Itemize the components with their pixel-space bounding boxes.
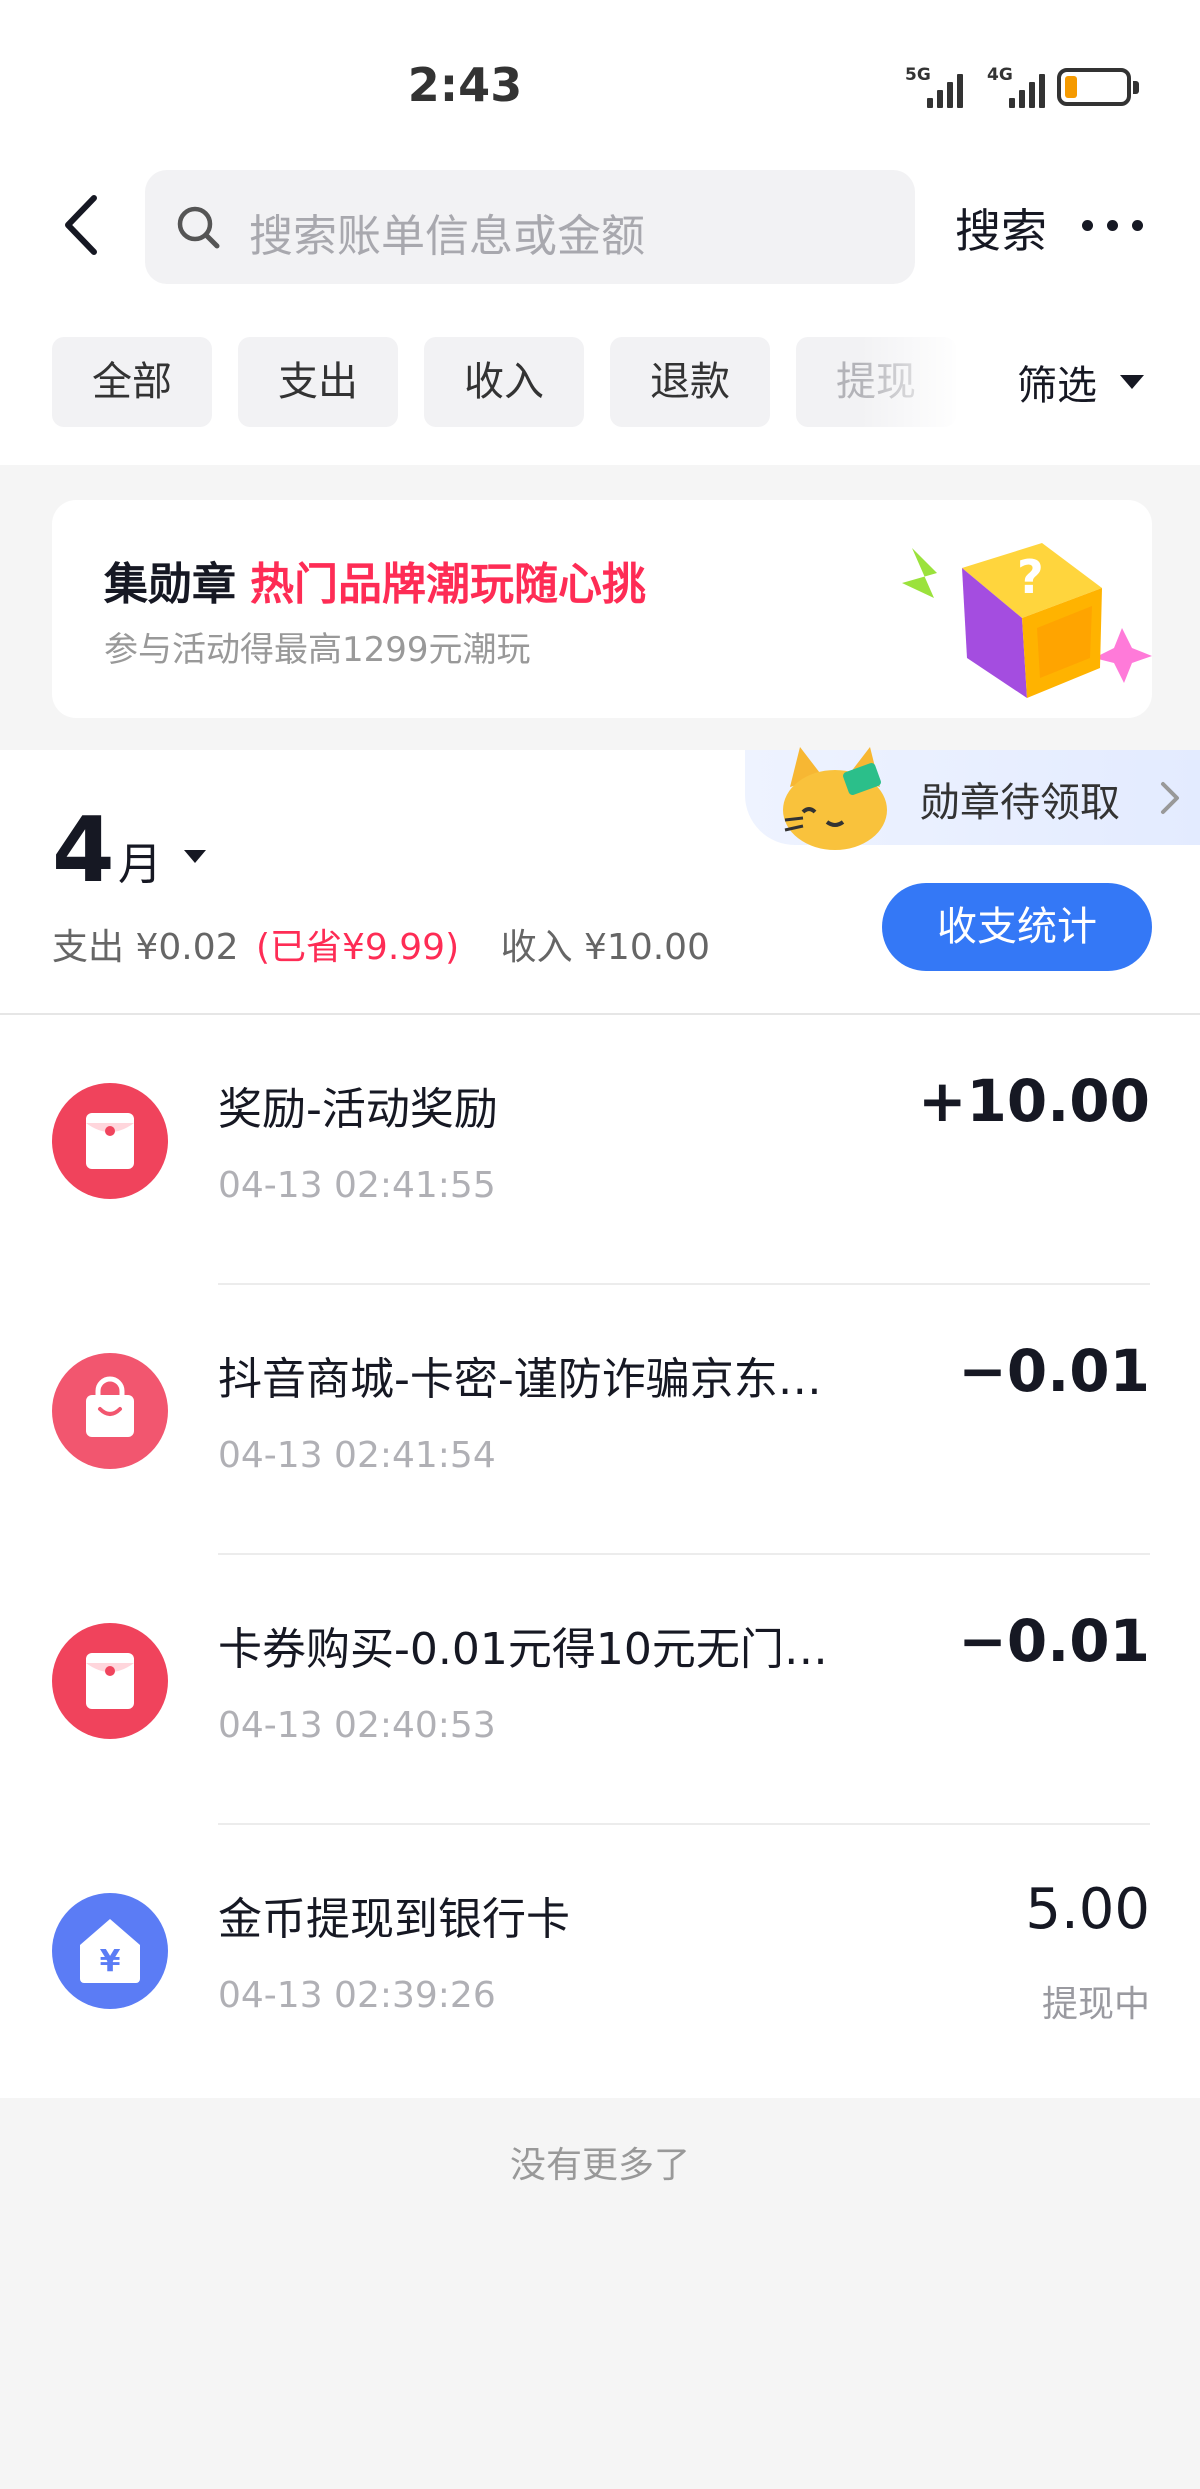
month-unit[interactable]: 月 [118,828,162,892]
signal-4g-icon: 4G [987,66,1057,108]
chevron-right-icon [1161,782,1179,814]
transaction-title: 卡券购买-0.01元得10元无门… [218,1624,828,1675]
transaction-amount: −0.01 [958,1607,1150,1675]
saved-amount: (已省¥9.99) [255,927,460,968]
no-more-text: 没有更多了 [509,2145,690,2186]
transaction-amount: 5.00 [1025,1877,1150,1942]
transaction-row[interactable]: 抖音商城-卡密-谨防诈骗京东… 04-13 02:41:54 −0.01 [0,1285,1200,1555]
svg-text:?: ? [1017,550,1044,604]
back-button[interactable] [50,190,120,260]
signal-5g-icon: 5G [905,66,975,108]
transaction-title: 抖音商城-卡密-谨防诈骗京东… [218,1354,822,1405]
transaction-row[interactable]: 卡券购买-0.01元得10元无门… 04-13 02:40:53 −0.01 [0,1555,1200,1825]
transaction-list: 奖励-活动奖励 04-13 02:41:55 +10.00 抖音商城-卡密-谨防… [0,1015,1200,2098]
transaction-status: 提现中 [1041,1984,1150,2025]
yuan-house-icon: ¥ [52,1893,168,2009]
status-time: 2:43 [407,58,523,112]
search-header: 搜索账单信息或金额 搜索 [0,160,1200,295]
month-number[interactable]: 4 [52,798,115,903]
battery-icon [1057,68,1139,106]
promo-banner[interactable]: 集勋章 热门品牌潮玩随心挑 参与活动得最高1299元潮玩 ? [52,500,1152,718]
filter-chip-income[interactable]: 收入 [424,337,584,427]
transaction-time: 04-13 02:41:55 [218,1165,496,1206]
stats-button[interactable]: 收支统计 [882,883,1152,971]
transaction-title: 奖励-活动奖励 [218,1084,498,1135]
transaction-amount: −0.01 [958,1337,1150,1405]
transaction-time: 04-13 02:41:54 [218,1435,496,1476]
search-button[interactable]: 搜索 [955,195,1047,261]
transaction-time: 04-13 02:40:53 [218,1705,496,1746]
transaction-time: 04-13 02:39:26 [218,1975,496,2016]
month-totals: 支出 ¥0.02 (已省¥9.99) 收入 ¥10.00 [52,918,710,970]
chip-fade-overlay [860,325,990,435]
transaction-row[interactable]: ¥ 金币提现到银行卡 04-13 02:39:26 5.00 提现中 [0,1825,1200,2095]
badge-label: 勋章待领取 [920,780,1120,826]
filter-chip-refund[interactable]: 退款 [610,337,770,427]
expense-total: 支出 ¥0.02 [52,927,239,968]
badge-claim-tab[interactable]: 勋章待领取 [745,747,1200,850]
filter-chip-all[interactable]: 全部 [52,337,212,427]
cat-mascot-icon [783,747,887,850]
banner-highlight: 热门品牌潮玩随心挑 [250,559,646,610]
filter-chip-expense[interactable]: 支出 [238,337,398,427]
red-envelope-icon [52,1623,168,1739]
mystery-box-icon: ? [902,543,1152,698]
shopping-bag-icon [52,1353,168,1469]
month-dropdown-icon[interactable] [184,850,206,863]
red-envelope-icon [52,1083,168,1199]
search-input[interactable]: 搜索账单信息或金额 [145,170,915,284]
banner-title: 集勋章 热门品牌潮玩随心挑 [104,559,646,610]
banner-subtitle: 参与活动得最高1299元潮玩 [104,630,531,670]
search-placeholder: 搜索账单信息或金额 [249,211,645,262]
transaction-row[interactable]: 奖励-活动奖励 04-13 02:41:55 +10.00 [0,1015,1200,1285]
filter-button[interactable]: 筛选 [1017,353,1097,411]
transaction-title: 金币提现到银行卡 [218,1894,570,1945]
month-summary: 勋章待领取 4 月 支出 ¥0.02 (已省¥9.99) 收入 ¥10.00 收… [0,747,1200,1015]
caret-down-icon [1120,375,1144,389]
search-icon [177,206,220,249]
back-arrow-icon [65,195,97,255]
status-bar: 2:43 5G 4G [0,0,1200,160]
transaction-amount: +10.00 [917,1067,1150,1135]
income-total: 收入 ¥10.00 [500,927,710,968]
more-options-icon[interactable] [1082,220,1143,231]
svg-text:¥: ¥ [100,1944,121,1979]
filter-bar: 全部 支出 收入 退款 提现 筛选 [0,295,1200,465]
